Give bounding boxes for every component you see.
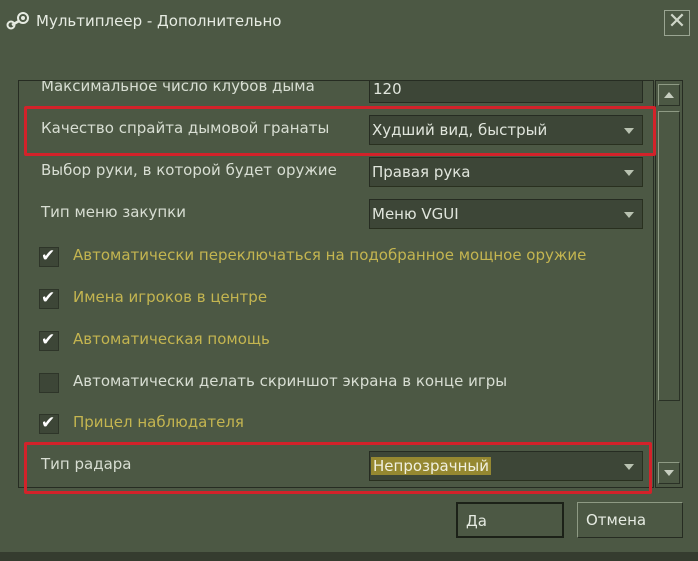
window-title: Мультиплеер - Дополнительно: [36, 12, 282, 30]
buy-menu-dropdown[interactable]: Меню VGUI: [369, 199, 643, 229]
scrollbar-thumb[interactable]: [658, 111, 680, 401]
chevron-down-icon: [624, 464, 634, 470]
ok-button[interactable]: Да: [456, 502, 564, 538]
checkbox-label-player-names: Имена игроков в центре: [73, 288, 268, 306]
title-bar: Мультиплеер - Дополнительно ✕: [0, 0, 698, 44]
checkbox-auto-help[interactable]: ✔: [39, 330, 59, 351]
smoke-quality-value: Худший вид, быстрый: [372, 121, 548, 139]
checkbox-row-auto-screenshot[interactable]: Автоматически делать скриншот экрана в к…: [19, 365, 653, 401]
checkbox-row-spectator-crosshair[interactable]: ✔ Прицел наблюдателя: [19, 406, 653, 442]
checkbox-auto-switch[interactable]: ✔: [39, 246, 59, 267]
buy-menu-value: Меню VGUI: [372, 205, 459, 223]
hand-value: Правая рука: [372, 163, 471, 181]
checkbox-row-auto-switch[interactable]: ✔ Автоматически переключаться на подобра…: [19, 239, 653, 275]
scroll-up-button[interactable]: [658, 84, 680, 106]
smoke-clubs-label: Максимальное число клубов дыма: [41, 80, 315, 95]
chevron-down-icon: [624, 170, 634, 176]
close-icon: ✕: [667, 9, 687, 34]
steam-icon: [6, 12, 29, 30]
radar-row: Тип радара Непрозрачный: [19, 447, 653, 485]
checkmark-icon: ✔: [41, 288, 56, 308]
vertical-scrollbar[interactable]: [655, 80, 683, 488]
checkmark-icon: ✔: [41, 246, 56, 266]
arrow-up-icon: [664, 92, 674, 98]
checkbox-row-auto-help[interactable]: ✔ Автоматическая помощь: [19, 323, 653, 359]
buy-menu-label: Тип меню закупки: [41, 203, 186, 221]
buy-menu-row: Тип меню закупки Меню VGUI: [19, 195, 653, 233]
radar-value: Непрозрачный: [371, 457, 491, 475]
checkbox-spectator-crosshair[interactable]: ✔: [39, 413, 59, 434]
smoke-quality-dropdown[interactable]: Худший вид, быстрый: [369, 115, 643, 145]
checkmark-icon: ✔: [41, 413, 56, 433]
chevron-down-icon: [624, 128, 634, 134]
checkbox-row-player-names[interactable]: ✔ Имена игроков в центре: [19, 281, 653, 317]
settings-panel: Максимальное число клубов дыма 120 Качес…: [18, 80, 654, 488]
radar-dropdown[interactable]: Непрозрачный: [369, 451, 643, 481]
scroll-down-button[interactable]: [658, 462, 680, 484]
hand-dropdown[interactable]: Правая рука: [369, 157, 643, 187]
cancel-button[interactable]: Отмена: [577, 502, 683, 538]
hand-label: Выбор руки, в которой будет оружие: [41, 161, 337, 179]
checkbox-label-spectator-crosshair: Прицел наблюдателя: [73, 413, 244, 431]
chevron-down-icon: [624, 212, 634, 218]
checkbox-label-auto-help: Автоматическая помощь: [73, 330, 270, 348]
checkbox-auto-screenshot[interactable]: [39, 373, 59, 393]
cancel-button-label: Отмена: [586, 511, 647, 529]
checkbox-label-auto-switch: Автоматически переключаться на подобранн…: [73, 246, 587, 264]
checkbox-player-names[interactable]: ✔: [39, 288, 59, 309]
hand-row: Выбор руки, в которой будет оружие Права…: [19, 153, 653, 191]
smoke-clubs-value: 120: [373, 80, 402, 98]
close-button[interactable]: ✕: [664, 10, 690, 36]
smoke-clubs-input[interactable]: 120: [369, 80, 643, 103]
smoke-quality-row: Качество спрайта дымовой гранаты Худший …: [19, 111, 653, 149]
arrow-down-icon: [664, 470, 674, 476]
ok-button-label: Да: [466, 512, 487, 530]
radar-label: Тип радара: [41, 455, 132, 473]
smoke-quality-label: Качество спрайта дымовой гранаты: [41, 119, 330, 137]
checkmark-icon: ✔: [41, 330, 56, 350]
window-bottom-edge: [0, 552, 698, 561]
checkbox-label-auto-screenshot: Автоматически делать скриншот экрана в к…: [73, 372, 508, 390]
